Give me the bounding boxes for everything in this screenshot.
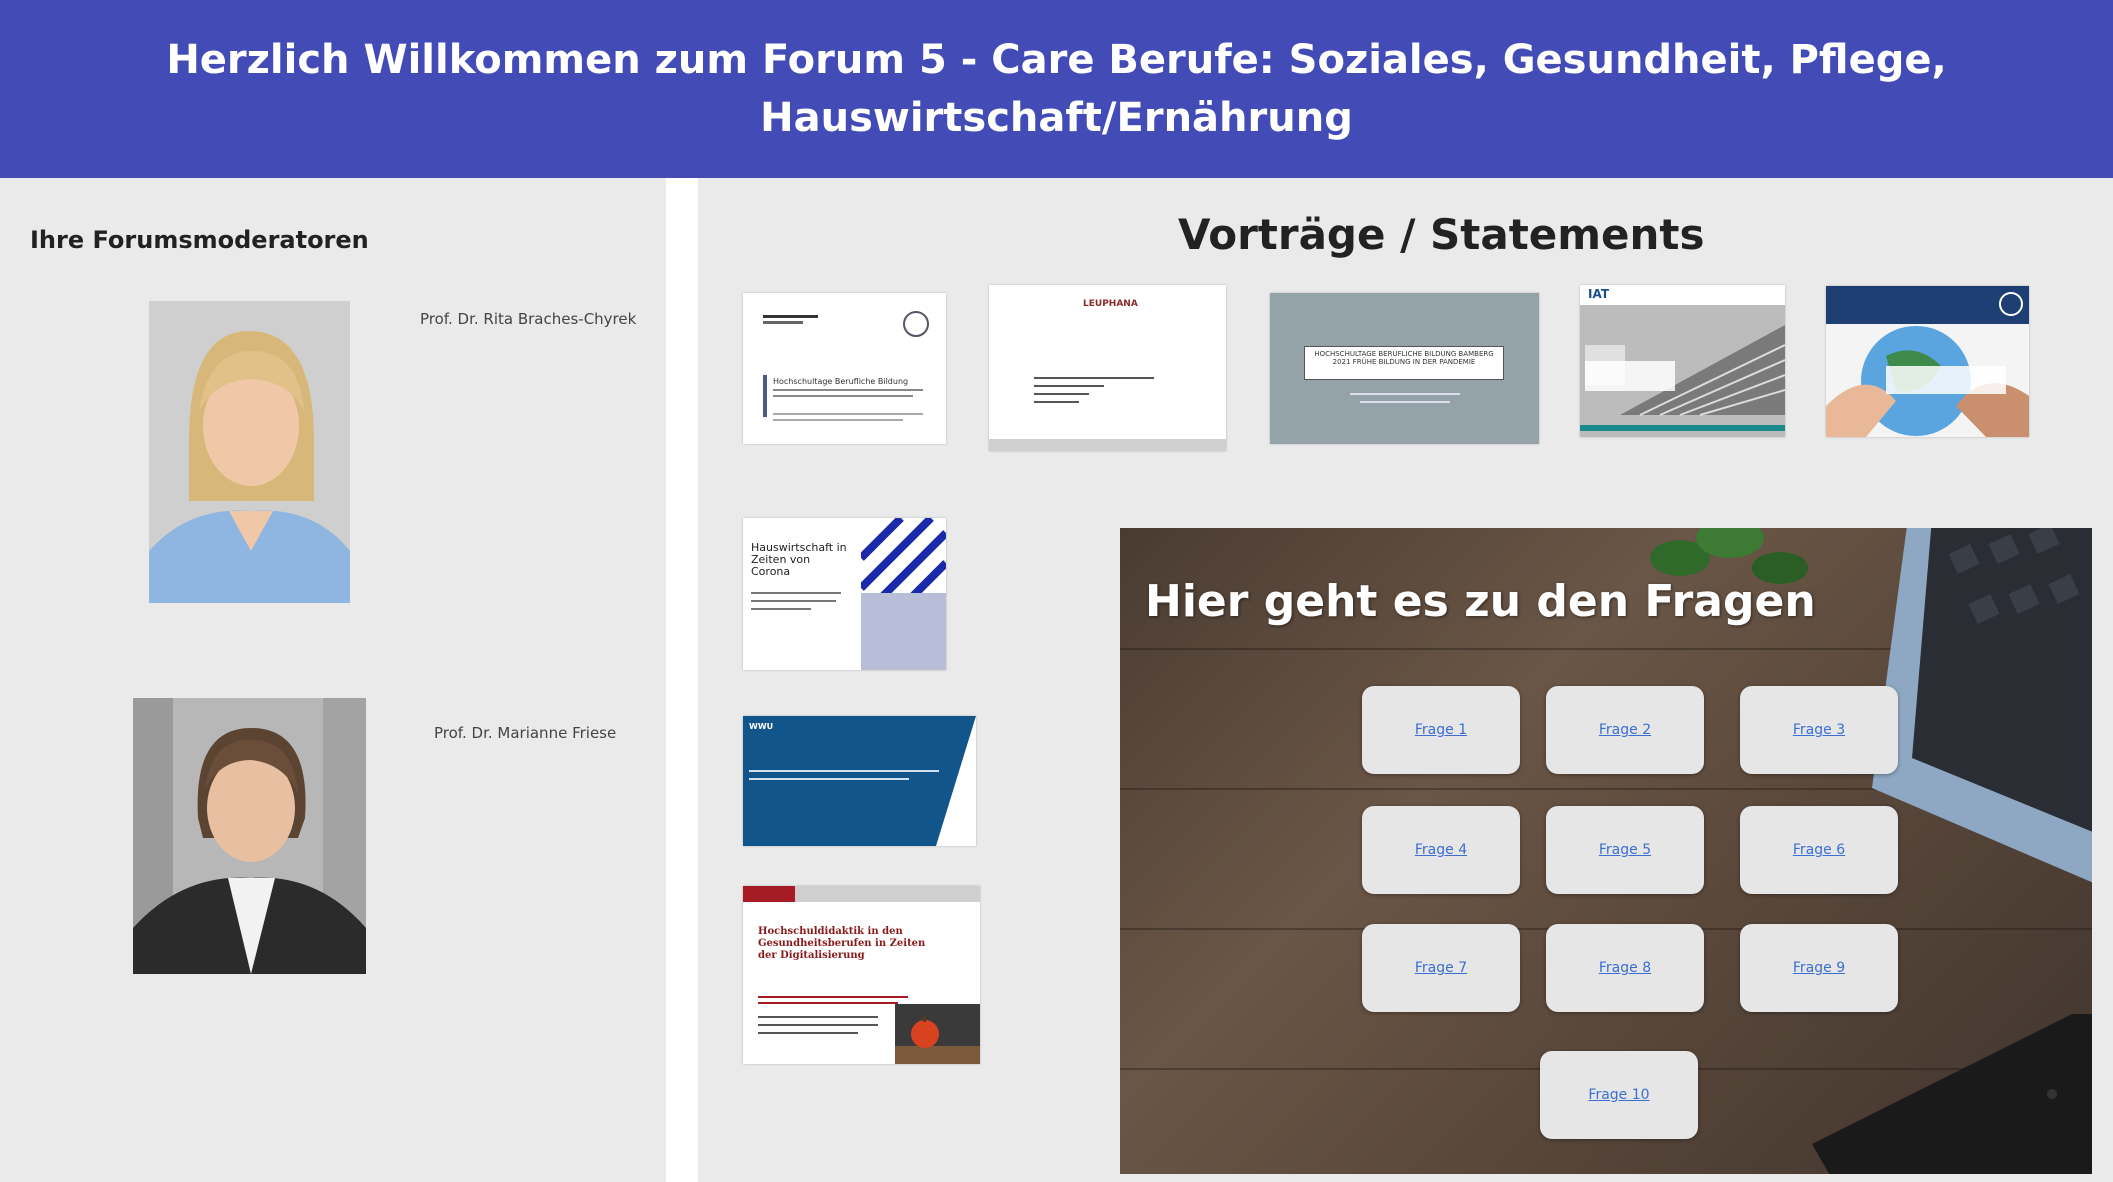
text-line [773,419,903,421]
text-line [751,600,836,602]
text-line [1034,377,1154,379]
text-line [758,1002,898,1004]
text-line [773,395,913,397]
text-line [758,1016,878,1018]
text-line [758,1032,858,1034]
talks-panel: Vorträge / Statements Hochschultage Beru… [698,178,2113,1182]
moderator-name-2: Prof. Dr. Marianne Friese [434,724,617,742]
talk-caption: LEUPHANA [1083,299,1138,309]
title-box: HOCHSCHULTAGE BERUFLICHE BILDUNG BAMBERG… [1304,346,1504,380]
globe-hands-image [1826,286,2029,437]
talk-thumbnail-5[interactable] [1826,286,2029,437]
moderators-title: Ihre Forumsmoderatoren [30,226,369,254]
talk-thumbnail-8[interactable]: Hochschuldidaktik in den Gesundheitsberu… [743,886,980,1064]
talk-thumbnail-7[interactable]: WWU [743,716,976,846]
apple-books-image [895,1004,980,1064]
text-line [773,413,923,415]
moderator-name-1: Prof. Dr. Rita Braches-Chyrek [420,310,637,328]
text-line [1034,393,1089,395]
page-header: Herzlich Willkommen zum Forum 5 - Care B… [0,0,2113,178]
talk-thumbnail-1[interactable]: Hochschultage Berufliche Bildung [743,293,946,444]
talk-thumbnail-6[interactable]: Hauswirtschaft in Zeiten von Corona [743,518,946,670]
question-button-4[interactable]: Frage 4 [1362,806,1520,894]
logo-mark [763,321,803,324]
question-button-9[interactable]: Frage 9 [1740,924,1898,1012]
question-button-7[interactable]: Frage 7 [1362,924,1520,1012]
moderator-photo-2 [133,698,366,974]
text-line [1034,385,1104,387]
moderator-photo-1 [149,301,350,603]
talk-thumbnail-3[interactable]: HOCHSCHULTAGE BERUFLICHE BILDUNG BAMBERG… [1270,293,1539,444]
talks-title: Vorträge / Statements [1178,210,1705,259]
page-title-line1: Herzlich Willkommen zum Forum 5 - Care B… [166,37,1947,83]
text-line [1360,401,1450,403]
text-line [749,770,939,772]
questions-title: Hier geht es zu den Fragen [1145,576,1816,627]
question-button-10[interactable]: Frage 10 [1540,1051,1698,1139]
text-line [773,389,923,391]
text-line [1350,393,1460,395]
text-line [758,1024,878,1026]
page-title-line2: Hauswirtschaft/Ernährung [760,95,1353,141]
question-button-2[interactable]: Frage 2 [1546,686,1704,774]
text-line [758,996,908,998]
seal-icon [903,311,929,337]
talk-caption: Hochschuldidaktik in den Gesundheitsberu… [758,926,926,961]
text-line [749,778,909,780]
question-button-6[interactable]: Frage 6 [1740,806,1898,894]
talk-caption: Hauswirtschaft in Zeiten von Corona [751,541,847,578]
talk-thumbnail-4[interactable]: IAT [1580,285,1785,437]
question-button-3[interactable]: Frage 3 [1740,686,1898,774]
logo-mark [743,886,795,902]
text-line [1034,401,1079,403]
talk-caption: HOCHSCHULTAGE BERUFLICHE BILDUNG BAMBERG… [1314,350,1494,366]
accent-bar [763,375,767,417]
question-button-5[interactable]: Frage 5 [1546,806,1704,894]
text-line [751,592,841,594]
logo-mark [763,315,818,318]
talk-caption: WWU [749,722,774,731]
talk-caption: IAT [1588,287,1610,301]
question-button-1[interactable]: Frage 1 [1362,686,1520,774]
question-button-8[interactable]: Frage 8 [1546,924,1704,1012]
text-line [751,608,811,610]
stripe-pattern [861,518,946,670]
text-box [1585,361,1675,391]
footer-bar [989,439,1226,451]
talk-caption: Hochschultage Berufliche Bildung [773,377,909,386]
talk-thumbnail-2[interactable]: LEUPHANA [989,285,1226,451]
diagonal-pattern [936,716,976,846]
moderators-panel: Ihre Forumsmoderatoren Prof. Dr. Rita Br… [0,178,666,1182]
questions-section: Hier geht es zu den Fragen Frage 1 Frage… [1120,528,2092,1174]
tablet-decoration [1812,1014,2092,1174]
